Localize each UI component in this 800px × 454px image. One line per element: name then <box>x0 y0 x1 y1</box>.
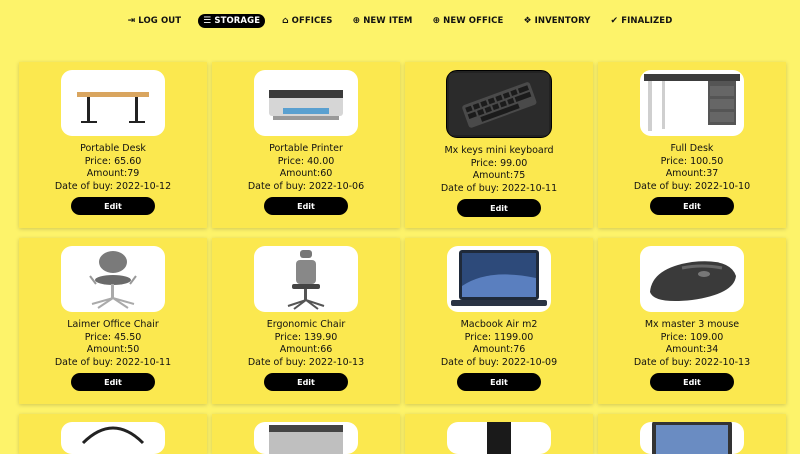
nav-logout[interactable]: ⇥ LOG OUT <box>125 14 185 28</box>
item-card: Portable Desk Price: 65.60 Amount:79 Dat… <box>19 62 207 228</box>
edit-button[interactable]: Edit <box>650 197 734 215</box>
top-nav: ⇥ LOG OUT ☰ STORAGE ⌂ OFFICES ⊕ NEW ITEM ⊕ NE… <box>0 14 800 28</box>
printer-icon <box>254 70 358 136</box>
home-icon: ⌂ <box>282 15 289 26</box>
laptop-icon <box>447 246 551 312</box>
item-card <box>405 414 593 454</box>
edit-button[interactable]: Edit <box>457 373 541 391</box>
item-date: Date of buy: 2022-10-09 <box>440 356 558 368</box>
item-date: Date of buy: 2022-10-13 <box>633 356 751 368</box>
item-name: Mx keys mini keyboard <box>444 145 554 156</box>
nav-label: NEW OFFICE <box>443 16 504 26</box>
edit-button[interactable]: Edit <box>71 373 155 391</box>
item-price: Price: 139.90 <box>274 331 338 343</box>
cable-icon <box>61 422 165 454</box>
keyboard-icon <box>446 70 552 138</box>
desktop-tower-icon <box>447 422 551 454</box>
item-price: Price: 65.60 <box>84 155 142 167</box>
edit-button[interactable]: Edit <box>457 199 541 217</box>
nav-label: FINALIZED <box>621 16 673 26</box>
item-amount: Amount:50 <box>86 344 140 355</box>
item-date: Date of buy: 2022-10-13 <box>247 356 365 368</box>
item-amount: Amount:34 <box>665 344 719 355</box>
item-card: Full Desk Price: 100.50 Amount:37 Date o… <box>598 62 786 228</box>
item-card: Macbook Air m2 Price: 1199.00 Amount:76 … <box>405 238 593 404</box>
storage-grid: Portable Desk Price: 65.60 Amount:79 Dat… <box>19 62 786 404</box>
item-price: Price: 1199.00 <box>464 331 534 343</box>
item-price: Price: 109.00 <box>660 331 724 343</box>
item-date: Date of buy: 2022-10-11 <box>440 182 558 194</box>
edit-button[interactable]: Edit <box>650 373 734 391</box>
item-amount: Amount:37 <box>665 168 719 179</box>
nav-storage[interactable]: ☰ STORAGE <box>198 14 266 28</box>
nav-label: STORAGE <box>214 16 261 26</box>
item-card: Laimer Office Chair Price: 45.50 Amount:… <box>19 238 207 404</box>
nav-new-item[interactable]: ⊕ NEW ITEM <box>350 14 416 28</box>
nav-new-office[interactable]: ⊕ NEW OFFICE <box>429 14 506 28</box>
item-name: Laimer Office Chair <box>67 319 159 330</box>
item-card: Mx keys mini keyboard Price: 99.00 Amoun… <box>405 62 593 228</box>
database-icon: ☰ <box>203 15 212 26</box>
nav-finalized[interactable]: ✔ FINALIZED <box>608 14 676 28</box>
boxes-icon: ❖ <box>523 15 532 26</box>
item-card: Portable Printer Price: 40.00 Amount:60 … <box>212 62 400 228</box>
item-amount: Amount:60 <box>279 168 333 179</box>
plus-circle-icon: ⊕ <box>352 15 361 26</box>
item-card <box>212 414 400 454</box>
item-price: Price: 99.00 <box>470 157 528 169</box>
desk-drawers-icon <box>640 70 744 136</box>
nav-inventory[interactable]: ❖ INVENTORY <box>520 14 593 28</box>
item-name: Full Desk <box>670 143 714 154</box>
item-card <box>598 414 786 454</box>
item-date: Date of buy: 2022-10-11 <box>54 356 172 368</box>
plus-circle-icon: ⊕ <box>432 15 441 26</box>
item-card: Ergonomic Chair Price: 139.90 Amount:66 … <box>212 238 400 404</box>
item-date: Date of buy: 2022-10-12 <box>54 180 172 192</box>
item-card <box>19 414 207 454</box>
item-amount: Amount:79 <box>86 168 140 179</box>
nav-label: NEW ITEM <box>363 16 413 26</box>
edit-button[interactable]: Edit <box>71 197 155 215</box>
mouse-icon <box>640 246 744 312</box>
nav-offices[interactable]: ⌂ OFFICES <box>279 14 335 28</box>
check-circle-icon: ✔ <box>610 15 619 26</box>
item-name: Macbook Air m2 <box>460 319 538 330</box>
item-name: Portable Desk <box>80 143 146 154</box>
item-price: Price: 45.50 <box>84 331 142 343</box>
item-name: Ergonomic Chair <box>266 319 346 330</box>
item-card: Mx master 3 mouse Price: 109.00 Amount:3… <box>598 238 786 404</box>
edit-button[interactable]: Edit <box>264 197 348 215</box>
item-name: Mx master 3 mouse <box>644 319 740 330</box>
desk-icon <box>61 70 165 136</box>
storage-grid-partial <box>19 414 786 454</box>
nav-label: OFFICES <box>291 16 333 26</box>
item-date: Date of buy: 2022-10-06 <box>247 180 365 192</box>
item-price: Price: 40.00 <box>277 155 335 167</box>
nav-label: LOG OUT <box>138 16 182 26</box>
nav-label: INVENTORY <box>534 16 591 26</box>
ergonomic-chair-icon <box>254 246 358 312</box>
item-date: Date of buy: 2022-10-10 <box>633 180 751 192</box>
item-amount: Amount:76 <box>472 344 526 355</box>
item-amount: Amount:75 <box>472 170 526 181</box>
logout-icon: ⇥ <box>127 15 136 26</box>
item-price: Price: 100.50 <box>660 155 724 167</box>
edit-button[interactable]: Edit <box>264 373 348 391</box>
chair-icon <box>61 246 165 312</box>
tablet-icon <box>640 422 744 454</box>
printer-icon <box>254 422 358 454</box>
item-name: Portable Printer <box>269 143 343 154</box>
item-amount: Amount:66 <box>279 344 333 355</box>
